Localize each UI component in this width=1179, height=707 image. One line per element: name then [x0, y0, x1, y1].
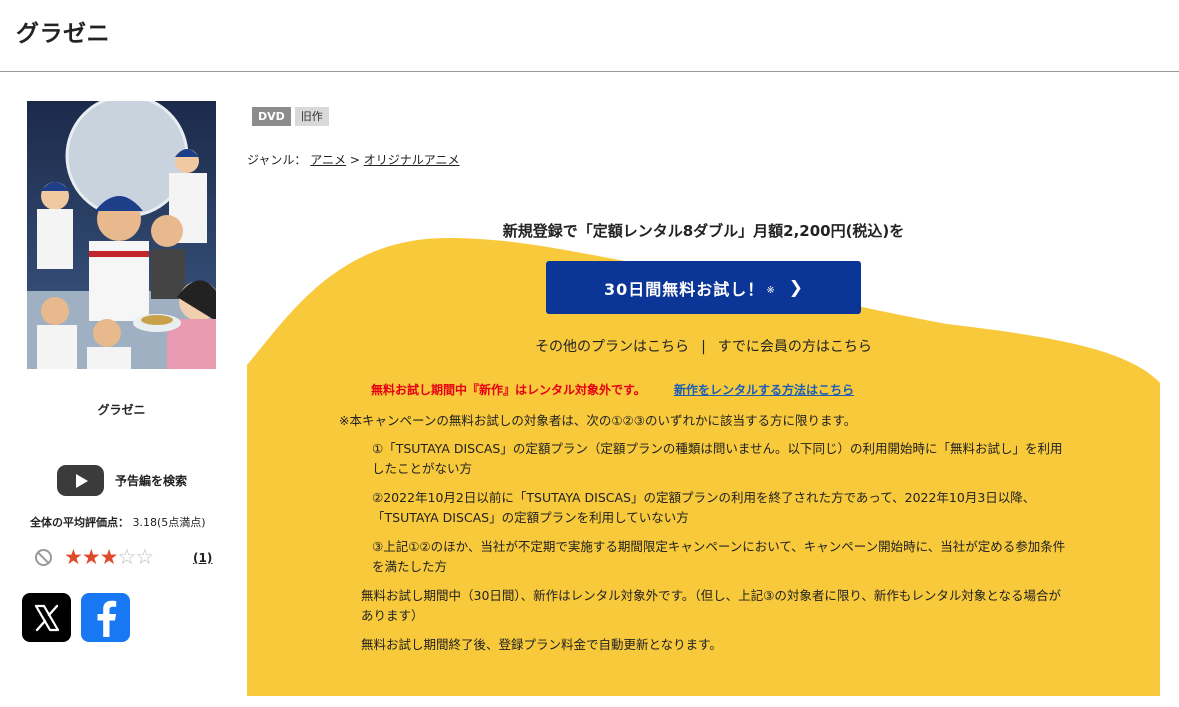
plan-links-separator: | [701, 339, 706, 355]
star-filled-icon[interactable]: ★ [100, 545, 119, 569]
average-rating-label: 全体の平均評価点： [30, 516, 129, 529]
average-rating: 全体の平均評価点： 3.18(5点満点) [30, 514, 206, 530]
tag-dvd: DVD [252, 107, 291, 126]
star-rating[interactable]: ★★★☆☆ [64, 545, 154, 569]
facebook-share-button[interactable] [81, 593, 130, 642]
star-empty-icon[interactable]: ☆ [117, 545, 136, 569]
trial-new-release-note: 無料お試し期間中（30日間）、新作はレンタル対象外です。（但し、上記③の対象者に… [361, 588, 1061, 623]
tag-old-release: 旧作 [294, 107, 329, 126]
genre-label: ジャンル： [247, 153, 307, 167]
x-share-button[interactable] [22, 593, 71, 642]
cover-image[interactable] [27, 101, 216, 369]
genre-separator: > [349, 153, 360, 167]
free-trial-button[interactable]: 30日間無料お試し！ ※ ❯ [546, 261, 861, 314]
free-trial-note: ※ [766, 285, 775, 296]
new-release-rental-link[interactable]: 新作をレンタルする方法はこちら [674, 381, 854, 398]
trailer-search-label: 予告編を検索 [115, 474, 188, 488]
new-release-notice: 無料お試し期間中『新作』はレンタル対象外です。 [371, 383, 646, 397]
member-login-link[interactable]: すでに会員の方はこちら [718, 339, 872, 355]
other-plans-link[interactable]: その他のプランはこちら [535, 339, 689, 355]
campaign-condition-2: ②2022年10月2日以前に「TSUTAYA DISCAS」の定額プランの利用を… [372, 490, 1036, 525]
media-tags: DVD 旧作 [252, 107, 329, 126]
genre-breadcrumb: ジャンル： アニメ > オリジナルアニメ [247, 151, 459, 168]
trailer-search-button[interactable]: 予告編を検索 [57, 465, 187, 496]
star-filled-icon[interactable]: ★ [64, 545, 83, 569]
star-empty-icon[interactable]: ☆ [135, 545, 154, 569]
genre-link-anime[interactable]: アニメ [310, 153, 346, 167]
title-divider [0, 71, 1179, 72]
genre-link-original-anime[interactable]: オリジナルアニメ [364, 153, 460, 167]
prohibited-icon[interactable] [35, 549, 52, 566]
promo-heading: 新規登録で「定額レンタル8ダブル」月額2,200円(税込)を [502, 222, 905, 240]
x-icon [34, 604, 59, 631]
facebook-icon [97, 600, 116, 637]
review-count-link[interactable]: (1) [193, 551, 212, 565]
campaign-conditions-heading: ※本キャンペーンの無料お試しの対象者は、次の①②③のいずれかに該当する方に限りま… [339, 413, 857, 428]
campaign-condition-1: ①「TSUTAYA DISCAS」の定額プラン（定額プランの種類は問いません。以… [372, 441, 1063, 476]
video-play-icon [57, 465, 104, 496]
cover-caption: グラゼニ [97, 403, 146, 417]
plan-links: その他のプランはこちら | すでに会員の方はこちら [247, 336, 1160, 356]
average-rating-value: 3.18(5点満点) [132, 516, 206, 529]
campaign-condition-3: ③上記①②のほか、当社が不定期で実施する期間限定キャンペーンにおいて、キャンペー… [372, 539, 1066, 574]
star-filled-icon[interactable]: ★ [82, 545, 101, 569]
chevron-right-icon: ❯ [788, 277, 803, 298]
page-title: グラゼニ [16, 21, 110, 47]
free-trial-label: 30日間無料お試し！ [604, 279, 765, 299]
auto-renewal-note: 無料お試し期間終了後、登録プラン料金で自動更新となります。 [361, 637, 722, 652]
